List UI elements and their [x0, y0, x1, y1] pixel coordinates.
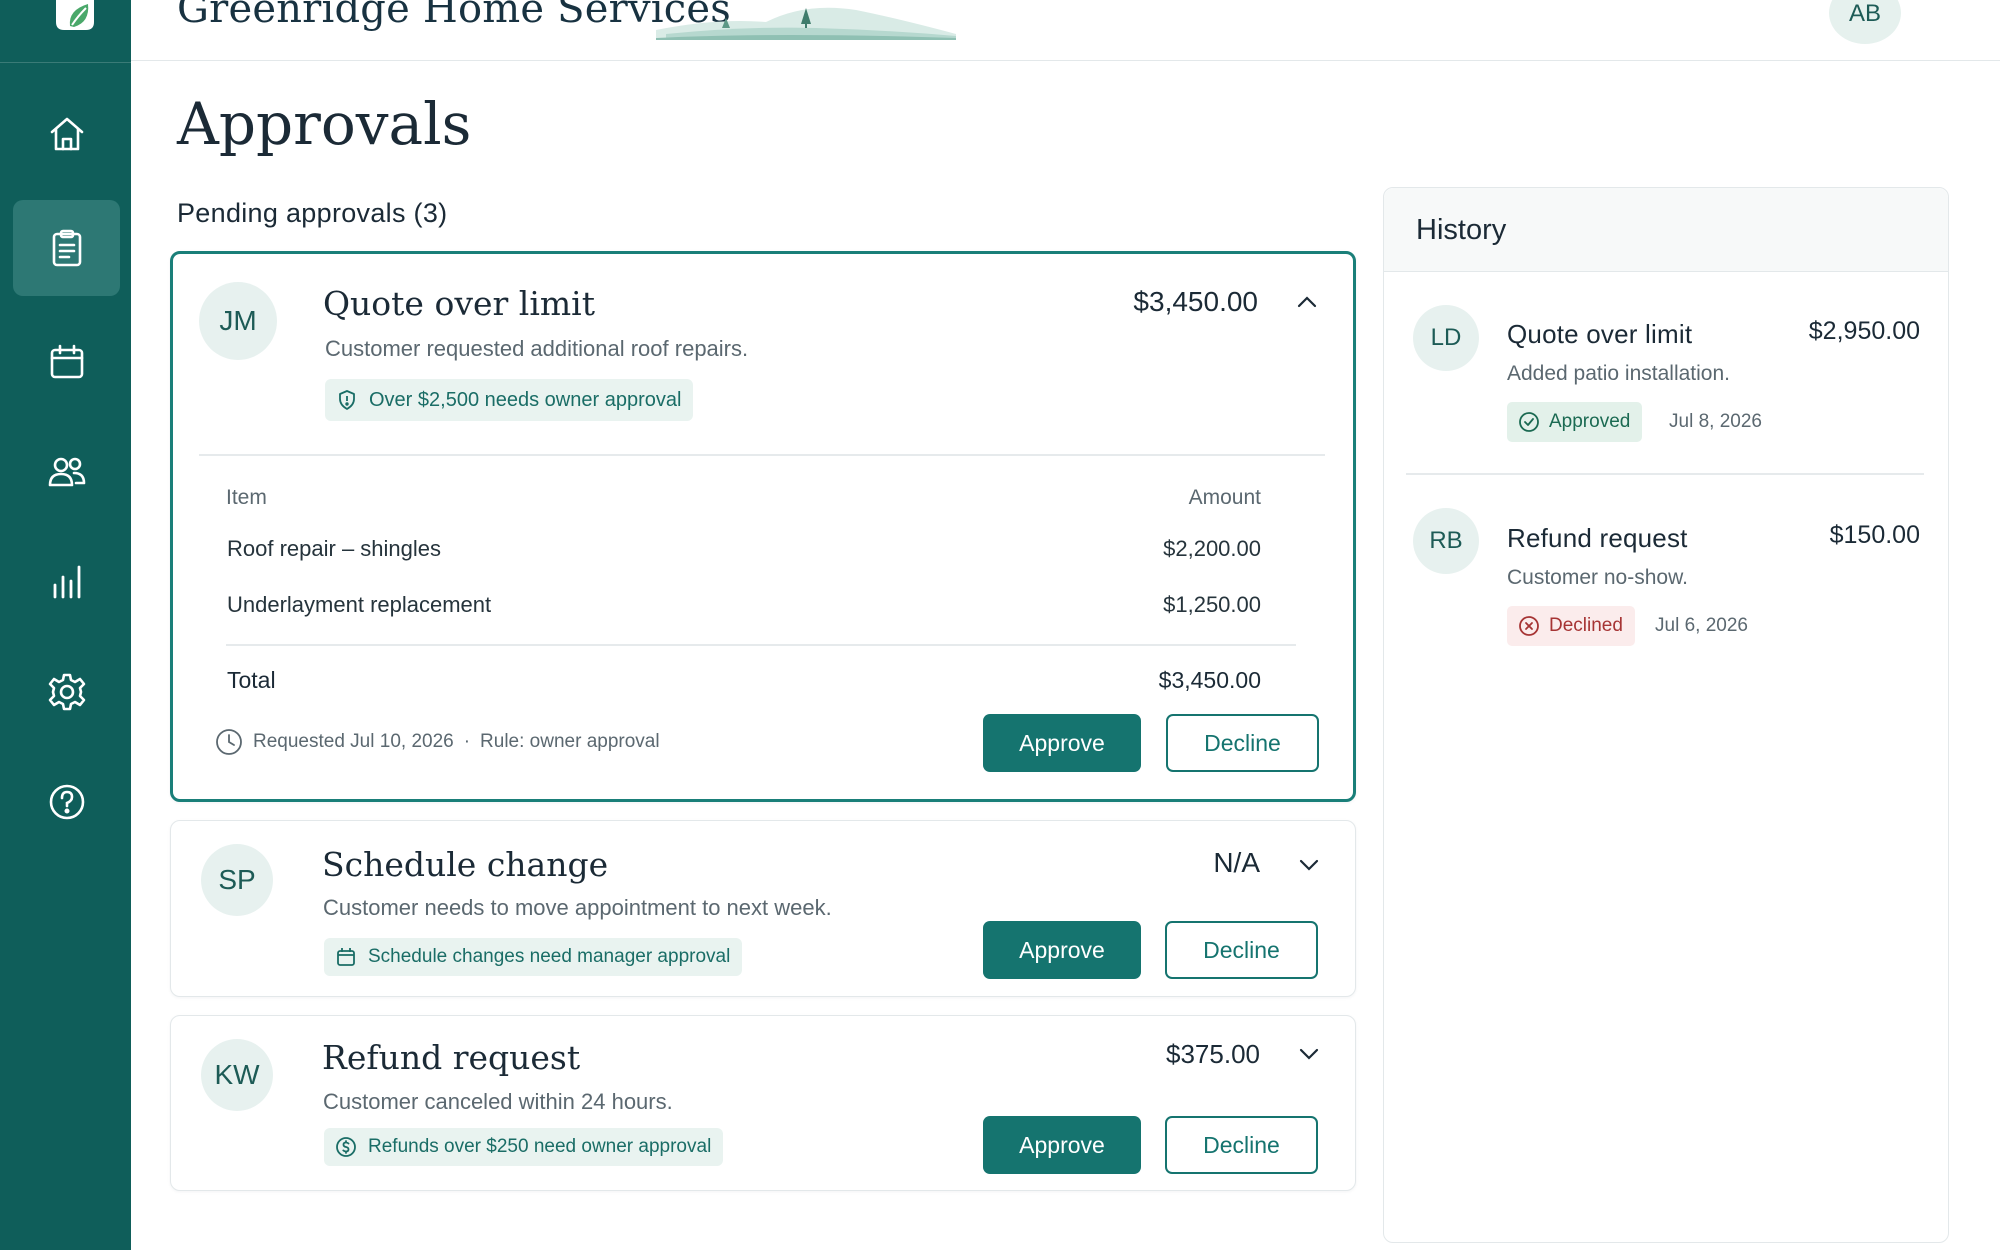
landscape-illustration: [656, 7, 956, 40]
approval-card-schedule-change[interactable]: SP Schedule change Customer needs to mov…: [170, 820, 1356, 997]
history-item-description: Added patio installation.: [1507, 362, 1730, 385]
approval-description: Customer needs to move appointment to ne…: [323, 895, 832, 920]
status-badge: Approved: [1507, 402, 1643, 442]
rule-tag: Schedule changes need manager approval: [324, 938, 743, 976]
help-icon: [49, 784, 84, 820]
decline-button[interactable]: Decline: [1165, 921, 1318, 979]
approve-button[interactable]: Approve: [983, 714, 1141, 772]
calendar-icon: [337, 948, 355, 966]
history-item-amount: $2,950.00: [1808, 317, 1920, 345]
meta-separator: ·: [463, 731, 471, 752]
clipboard-icon: [52, 229, 81, 267]
clock-icon: [216, 729, 242, 755]
sidebar-item-home[interactable]: [13, 86, 120, 182]
approval-amount: $375.00: [1166, 1039, 1260, 1069]
user-avatar[interactable]: AB: [1829, 0, 1901, 44]
approval-amount: $3,450.00: [1133, 286, 1258, 317]
chevron-down-icon[interactable]: [1295, 1040, 1323, 1068]
history-item-date: Jul 8, 2026: [1669, 411, 1762, 432]
history-header: History: [1384, 188, 1948, 272]
total-divider: [226, 644, 1296, 646]
line-item-amount: $1,250.00: [1163, 592, 1261, 617]
requested-date: Requested Jul 10, 2026: [253, 731, 454, 752]
avatar: JM: [199, 282, 277, 360]
approval-amount: N/A: [1213, 847, 1260, 878]
approval-description: Customer requested additional roof repai…: [325, 336, 749, 361]
history-title: History: [1416, 214, 1507, 246]
line-item-name: Underlayment replacement: [227, 592, 492, 617]
approve-button[interactable]: Approve: [983, 1116, 1141, 1174]
avatar: SP: [201, 844, 273, 916]
app-logo[interactable]: [50, 0, 100, 34]
top-header: Greenridge Home Services AB: [131, 0, 2000, 61]
avatar: KW: [201, 1039, 273, 1111]
decline-button[interactable]: Decline: [1165, 1116, 1318, 1174]
status-badge: Declined: [1507, 606, 1635, 646]
history-divider: [1406, 473, 1924, 475]
approval-title: Refund request: [322, 1038, 581, 1077]
approval-title: Quote over limit: [323, 284, 595, 323]
approve-button[interactable]: Approve: [983, 921, 1141, 979]
shield-icon: [339, 390, 355, 410]
status-label: Approved: [1549, 411, 1631, 432]
column-header-amount: Amount: [1188, 486, 1261, 509]
approval-card-quote-over-limit[interactable]: JM Quote over limit Customer requested a…: [170, 251, 1356, 802]
approval-description: Customer canceled within 24 hours.: [323, 1089, 673, 1114]
status-label: Declined: [1549, 615, 1623, 636]
history-panel: History LD Quote over limit $2,950.00 Ad…: [1383, 187, 1949, 1243]
calendar-icon: [50, 344, 83, 379]
approval-title: Schedule change: [322, 845, 609, 884]
sidebar-item-approvals[interactable]: [13, 200, 120, 296]
history-item-title: Quote over limit: [1507, 319, 1693, 349]
pending-approvals-heading: Pending approvals (3): [177, 198, 448, 228]
dollar-circle-icon: [336, 1137, 356, 1157]
total-label: Total: [227, 667, 276, 693]
history-item-amount: $150.00: [1829, 521, 1920, 549]
sidebar-item-customers[interactable]: [13, 424, 120, 520]
rule-tag-label: Refunds over $250 need owner approval: [368, 1136, 712, 1157]
sidebar-divider: [0, 62, 131, 63]
page-title: Approvals: [177, 90, 472, 158]
history-item-description: Customer no-show.: [1507, 566, 1688, 589]
x-circle-icon: [1519, 616, 1539, 636]
rule-tag: Refunds over $250 need owner approval: [324, 1128, 724, 1166]
sidebar-item-help[interactable]: [13, 754, 120, 850]
avatar: RB: [1413, 508, 1479, 574]
bar-chart-icon: [53, 565, 80, 599]
column-header-item: Item: [226, 486, 267, 509]
rule-tag: Over $2,500 needs owner approval: [325, 379, 694, 421]
sidebar-item-settings[interactable]: [13, 644, 120, 740]
total-value: $3,450.00: [1158, 667, 1261, 693]
card-divider: [199, 454, 1325, 456]
request-meta: Requested Jul 10, 2026 · Rule: owner app…: [215, 728, 660, 756]
sidebar: [0, 0, 131, 1250]
rule-meta: Rule: owner approval: [480, 731, 660, 752]
line-item-amount: $2,200.00: [1163, 536, 1261, 561]
chevron-down-icon[interactable]: [1295, 851, 1323, 879]
rule-tag-label: Schedule changes need manager approval: [368, 946, 731, 967]
sidebar-item-reports[interactable]: [13, 533, 120, 629]
users-icon: [48, 457, 85, 487]
rule-tag-label: Over $2,500 needs owner approval: [369, 388, 682, 411]
history-item-date: Jul 6, 2026: [1655, 615, 1748, 636]
check-circle-icon: [1519, 412, 1539, 432]
history-item-title: Refund request: [1507, 523, 1688, 553]
avatar: LD: [1413, 305, 1479, 371]
sidebar-item-calendar[interactable]: [13, 314, 120, 410]
brand-name: Greenridge Home Services: [177, 0, 731, 32]
chevron-up-icon[interactable]: [1293, 288, 1321, 316]
home-icon: [50, 117, 83, 151]
line-item-name: Roof repair – shingles: [227, 536, 442, 561]
gear-icon: [48, 673, 85, 711]
approval-card-refund-request[interactable]: KW Refund request Customer canceled with…: [170, 1015, 1356, 1191]
decline-button[interactable]: Decline: [1166, 714, 1319, 772]
